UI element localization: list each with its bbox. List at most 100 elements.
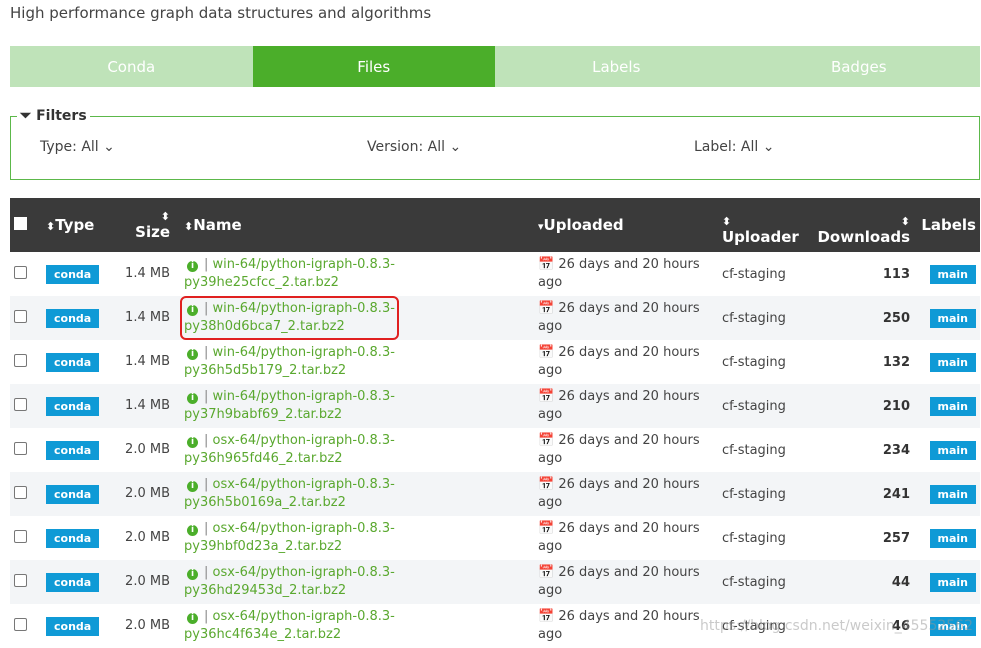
label-filter-dropdown[interactable]: Label: All ⌄ [694,139,774,155]
uploader: cf-staging [722,530,786,546]
file-size: 2.0 MB [118,472,174,516]
column-type[interactable]: ⬍Type [42,198,118,252]
label-badge[interactable]: main [929,396,976,416]
type-badge: conda [46,484,100,504]
file-link[interactable]: i | win-64/python-igraph-0.8.3- py38h0d6bc… [180,296,399,340]
type-badge: conda [46,616,100,636]
uploaded-time: 26 days and 20 hours ago [538,301,700,334]
label-badge[interactable]: main [929,528,976,548]
file-name-part2: py36hd29453d_2.tar.bz2 [184,583,347,598]
calendar-icon: 📅 [538,345,555,360]
downloads-count: 210 [810,384,914,428]
column-downloads[interactable]: ⬍ Downloads [810,198,914,252]
label-badge[interactable]: main [929,440,976,460]
label-badge[interactable]: main [929,572,976,592]
row-checkbox[interactable] [14,617,27,631]
type-filter-label: Type: All [40,139,99,155]
column-uploader[interactable]: ⬍ Uploader [718,198,810,252]
calendar-icon: 📅 [538,521,555,536]
calendar-icon: 📅 [538,477,555,492]
calendar-icon: 📅 [538,257,555,272]
file-link[interactable]: i | win-64/python-igraph-0.8.3- py37h9babf… [184,388,395,424]
info-icon: i [187,481,198,492]
tab-conda[interactable]: Conda [10,46,253,87]
sort-icon: ⬍ [900,215,910,228]
calendar-icon: 📅 [538,565,555,580]
file-name-part2: py36hc4f634e_2.tar.bz2 [184,627,342,642]
file-size: 1.4 MB [125,354,170,369]
file-link[interactable]: i | osx-64/python-igraph-0.8.3- py36h965fd… [184,432,395,468]
table-row: conda 1.4 MB i | win-64/python-igraph-0.8… [10,340,980,384]
column-uploader-label: Uploader [722,228,799,246]
version-filter-dropdown[interactable]: Version: All ⌄ [367,139,461,155]
version-filter-label: Version: All [367,139,446,155]
downloads-count: 257 [882,530,910,546]
uploaded-time: 26 days and 20 hours ago [538,433,700,466]
file-name-part1: osx-64/python-igraph-0.8.3- [212,521,395,536]
file-name-part1: osx-64/python-igraph-0.8.3- [212,565,395,580]
label-badge[interactable]: main [929,264,976,284]
uploader: cf-staging [722,266,786,282]
file-name-part1: win-64/python-igraph-0.8.3- [212,389,395,404]
file-name-part1: win-64/python-igraph-0.8.3- [212,301,395,316]
uploaded-time: 26 days and 20 hours ago [538,345,700,378]
tab-labels[interactable]: Labels [495,46,738,87]
row-checkbox[interactable] [14,441,27,455]
info-icon: i [187,437,198,448]
file-size: 2.0 MB [125,618,170,633]
tab-files[interactable]: Files [252,46,495,87]
downloads-count: 250 [810,296,914,340]
column-name-label: Name [193,216,242,234]
table-row: conda 1.4 MB i | win-64/python-igraph-0.8… [10,252,980,296]
info-icon: i [187,525,198,536]
file-link[interactable]: i | osx-64/python-igraph-0.8.3- py36hd2945… [184,564,395,600]
type-badge: conda [46,572,100,592]
sort-icon: ⬍ [46,220,56,233]
calendar-icon: 📅 [538,301,555,316]
info-icon: i [187,613,198,624]
type-badge: conda [46,308,100,328]
column-size[interactable]: ⬍ Size [118,198,174,252]
file-link[interactable]: i | win-64/python-igraph-0.8.3- py36h5d5b1… [184,344,395,380]
row-checkbox[interactable] [14,485,27,499]
table-row: conda 1.4 MB i | win-64/python-igraph-0.8… [10,296,980,340]
type-badge: conda [46,264,100,284]
filters-panel: ⏷ Filters Type: All ⌄ Version: All ⌄ Lab… [10,108,980,180]
label-badge[interactable]: main [929,352,976,372]
row-checkbox[interactable] [14,573,27,587]
select-all-checkbox[interactable] [14,217,27,230]
package-summary: High performance graph data structures a… [10,4,432,22]
label-badge[interactable]: main [929,308,976,328]
uploader: cf-staging [718,560,810,604]
downloads-count: 113 [882,266,910,282]
label-badge[interactable]: main [929,484,976,504]
type-badge: conda [46,440,100,460]
column-uploaded-label: Uploaded [543,216,624,234]
row-checkbox[interactable] [14,529,27,543]
tab-badges[interactable]: Badges [737,46,980,87]
row-checkbox[interactable] [14,265,27,279]
label-filter-label: Label: All [694,139,759,155]
column-uploaded[interactable]: ▾Uploaded [534,198,718,252]
uploader: cf-staging [718,472,810,516]
column-name[interactable]: ⬍Name [174,198,534,252]
file-link[interactable]: i | osx-64/python-igraph-0.8.3- py36hc4f63… [184,608,395,644]
file-link[interactable]: i | win-64/python-igraph-0.8.3- py39he25cf… [184,256,395,292]
column-size-label: Size [135,222,170,241]
file-name-part1: osx-64/python-igraph-0.8.3- [212,609,395,624]
row-checkbox[interactable] [14,353,27,367]
type-filter-dropdown[interactable]: Type: All ⌄ [40,139,115,155]
row-checkbox[interactable] [14,397,27,411]
file-link[interactable]: i | osx-64/python-igraph-0.8.3- py36h5b016… [184,476,395,512]
downloads-count: 234 [882,442,910,458]
file-size: 2.0 MB [125,442,170,457]
info-icon: i [187,393,198,404]
column-labels: Labels [914,198,980,252]
file-name-part2: py38h0d6bca7_2.tar.bz2 [184,319,345,334]
table-row: conda 2.0 MB i | osx-64/python-igraph-0.8… [10,428,980,472]
file-link[interactable]: i | osx-64/python-igraph-0.8.3- py39hbf0d2… [184,520,395,556]
file-name-part2: py36h5b0169a_2.tar.bz2 [184,495,346,510]
calendar-icon: 📅 [538,389,555,404]
file-name-part2: py39he25cfcc_2.tar.bz2 [184,275,339,290]
row-checkbox[interactable] [14,309,27,323]
